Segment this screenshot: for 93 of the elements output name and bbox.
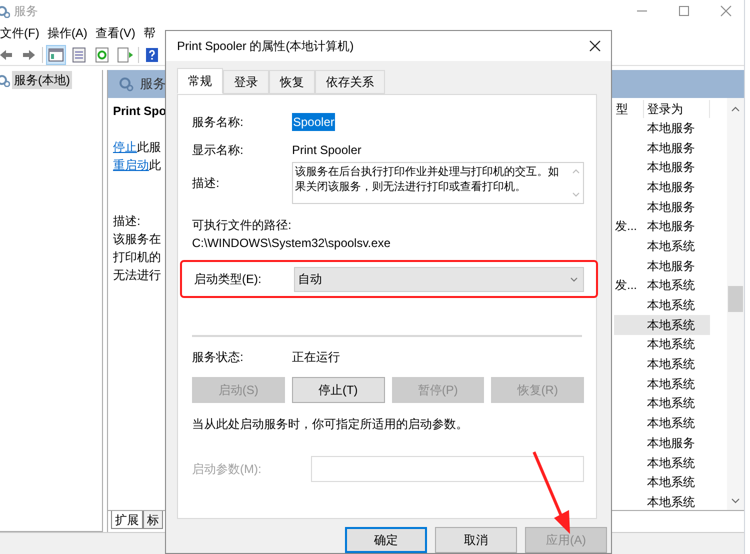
- close-icon[interactable]: [589, 40, 601, 52]
- note-text: 当从此处启动服务时，你可指定所适用的启动参数。: [192, 416, 468, 434]
- table-cell-text: 本地系统: [646, 297, 695, 314]
- view-tab[interactable]: 标: [143, 511, 163, 529]
- table-cell-text: 本地服务: [646, 178, 695, 196]
- table-row[interactable]: 本地系统: [614, 394, 710, 414]
- action-link[interactable]: 重启动: [113, 158, 149, 172]
- field-label: 服务名称:: [192, 114, 244, 132]
- table-cell-text: 本地服务: [646, 434, 695, 452]
- window-icon[interactable]: [46, 44, 66, 64]
- description-label: 描述:: [113, 213, 140, 230]
- scroll-thumb[interactable]: [728, 286, 743, 312]
- field-label: 显示名称:: [192, 142, 244, 160]
- table-row[interactable]: 发... 本地服务: [614, 216, 710, 236]
- menu-item[interactable]: 帮: [143, 24, 156, 42]
- table-row[interactable]: 本地系统: [614, 374, 710, 394]
- tree-item[interactable]: 服务(本地): [12, 71, 72, 89]
- table-cell-text: 本地服务: [646, 140, 695, 157]
- table-cell-text: 本地服务: [646, 198, 695, 216]
- dialog-tab[interactable]: 恢复: [269, 70, 315, 94]
- dialog-tab[interactable]: 依存关系: [315, 70, 385, 94]
- table-row[interactable]: 本地服务: [614, 118, 710, 138]
- path-value: C:\WINDOWS\System32\spoolsv.exe: [192, 235, 390, 252]
- column-header[interactable]: 型: [614, 100, 644, 118]
- window-title: 服务: [14, 3, 38, 20]
- scroll-up-icon[interactable]: [731, 106, 740, 112]
- table-row[interactable]: 本地服务: [614, 177, 710, 197]
- description-text: 打印机的: [113, 249, 161, 266]
- table-row[interactable]: 本地服务: [614, 433, 710, 453]
- table-row[interactable]: 本地服务: [614, 138, 710, 158]
- display-name-value: Print Spooler: [292, 142, 362, 160]
- table-cell-text: 本地系统: [646, 316, 695, 334]
- menu-item[interactable]: 操作(A): [47, 24, 88, 42]
- table-cell-text: 本地系统: [646, 277, 695, 294]
- field-label: 启动参数(M):: [192, 461, 262, 478]
- description-text: 该服务在后台执行打印作业并处理与打印机的交互。如果关闭该服务，则无法进行打印或查看打印机。: [294, 164, 560, 196]
- table-cell-text: 本地系统: [646, 494, 695, 511]
- scrollbar[interactable]: [727, 98, 744, 510]
- table-cell-text: 本地系统: [646, 376, 695, 393]
- table-row[interactable]: 本地系统: [614, 295, 710, 315]
- table-cell-text: 本地服务: [646, 159, 695, 176]
- table-cell-text: 本地服务: [646, 258, 695, 275]
- action-text: 此服: [137, 140, 161, 154]
- maximize-icon[interactable]: [678, 5, 690, 17]
- service-name-value[interactable]: Spooler: [292, 113, 336, 132]
- field-label: 启动类型(E):: [194, 271, 262, 288]
- dialog-title: Print Spooler 的属性(本地计算机): [177, 38, 354, 55]
- table-cell-text: 本地系统: [646, 395, 695, 412]
- table-row[interactable]: 本地系统: [614, 413, 710, 433]
- table-cell-text: 本地系统: [646, 356, 695, 374]
- menu-item[interactable]: 查看(V): [95, 24, 136, 42]
- startup-type-dropdown[interactable]: 自动: [294, 266, 584, 292]
- table-cell-text: 本地系统: [646, 474, 695, 492]
- action-link[interactable]: 停止: [113, 140, 137, 154]
- table-row[interactable]: 本地服务: [614, 196, 710, 216]
- table-row[interactable]: 本地服务: [614, 256, 710, 276]
- dialog-tab[interactable]: 常规: [177, 68, 223, 94]
- table-cell-text: 本地系统: [646, 454, 695, 472]
- table-cell-text: 本地服务: [646, 218, 695, 236]
- chevron-down-icon: [570, 276, 578, 282]
- menu-item[interactable]: 文件(F): [0, 24, 40, 42]
- service-title: Print Spo: [113, 103, 166, 120]
- dialog-tab[interactable]: 登录: [223, 70, 269, 94]
- table-cell-text: 本地系统: [646, 238, 695, 255]
- table-row[interactable]: 本地系统: [614, 472, 710, 492]
- field-label: 服务状态:: [192, 349, 244, 366]
- dialog-button[interactable]: 取消: [435, 527, 517, 554]
- status-value: 正在运行: [292, 349, 340, 366]
- table-row[interactable]: 本地系统: [614, 236, 710, 256]
- scroll-down-icon[interactable]: [731, 498, 740, 504]
- table-cell-text: 本地系统: [646, 415, 695, 432]
- field-label: 可执行文件的路径:: [192, 217, 292, 234]
- table-row[interactable]: 本地系统: [614, 354, 710, 374]
- table-row[interactable]: 本地服务: [614, 157, 710, 178]
- table-row[interactable]: 本地系统: [614, 492, 710, 512]
- table-cell-text: 本地系统: [646, 336, 695, 354]
- description-text: 该服务在: [113, 231, 161, 248]
- table-cell-text: 本地服务: [646, 120, 695, 137]
- table-row[interactable]: 本地系统: [614, 452, 710, 472]
- table-row[interactable]: 本地系统: [614, 314, 710, 335]
- table-cell-text: 发...: [614, 277, 638, 294]
- export-icon[interactable]: [115, 44, 135, 64]
- panel-title: 服务: [140, 75, 166, 94]
- view-tab[interactable]: 扩展: [111, 511, 143, 529]
- dialog-button[interactable]: 确定: [345, 527, 427, 554]
- description-text: 无法进行: [113, 267, 161, 284]
- field-label: 描述:: [192, 175, 220, 192]
- table-cell-text: 发...: [614, 218, 638, 236]
- service-button[interactable]: 停止(T): [292, 377, 384, 404]
- table-row[interactable]: 本地系统: [614, 334, 710, 354]
- action-text: 此: [149, 158, 161, 172]
- table-row[interactable]: 发... 本地系统: [614, 276, 710, 296]
- column-header[interactable]: 登录为: [644, 100, 710, 118]
